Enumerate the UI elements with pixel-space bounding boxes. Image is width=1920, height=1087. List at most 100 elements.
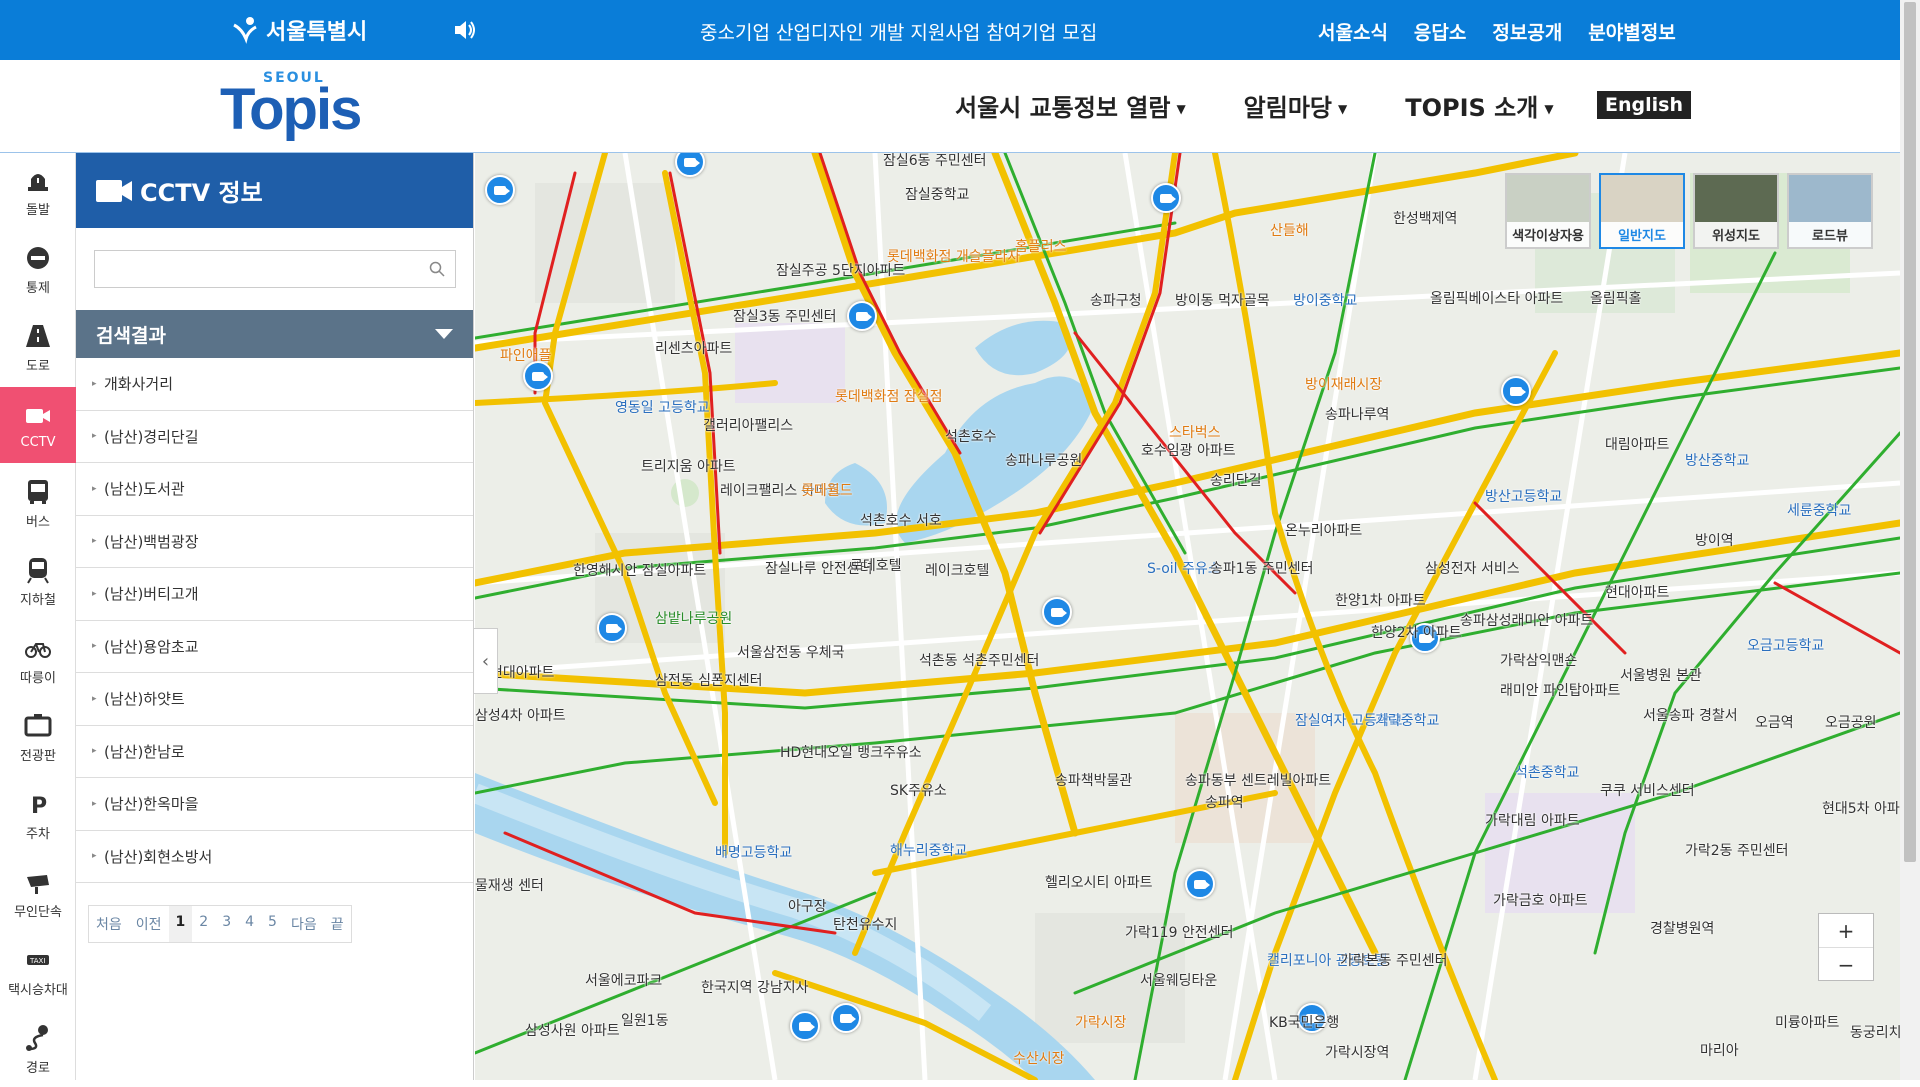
cctv-marker[interactable] <box>831 1003 861 1033</box>
seoul-city-logo[interactable]: 서울특별시 <box>230 12 367 48</box>
category-speed-camera[interactable]: 무인단속 <box>0 855 76 931</box>
english-button[interactable]: English <box>1597 91 1691 119</box>
category-bus[interactable]: 버스 <box>0 465 76 541</box>
link-seoul-news[interactable]: 서울소식 <box>1318 18 1388 45</box>
map-label: HD현대오일 뱅크주유소 <box>780 745 922 761</box>
map-type-satellite[interactable]: 위성지도 <box>1693 173 1779 249</box>
pager-page-3[interactable]: 3 <box>215 906 238 942</box>
zoom-in-button[interactable]: + <box>1819 914 1873 948</box>
notice-text[interactable]: 중소기업 산업디자인 개발 지원사업 참여기업 모집 <box>700 18 1097 45</box>
list-item[interactable]: (남산)도서관 <box>76 463 473 516</box>
nav-traffic-info[interactable]: 서울시 교통정보 열람 ▼ <box>955 88 1186 123</box>
cctv-marker[interactable] <box>790 1011 820 1041</box>
map-label: 방산중학교 <box>1685 453 1750 469</box>
link-field-info[interactable]: 분야별정보 <box>1588 18 1675 45</box>
category-label: 택시승차대 <box>8 982 68 998</box>
search-input[interactable] <box>95 251 415 287</box>
category-bicycle[interactable]: 따릉이 <box>0 621 76 697</box>
map-label: 경찰병원역 <box>1650 921 1715 937</box>
map-label: 방이재래시장 <box>1305 377 1383 393</box>
category-incident[interactable]: 돌발 <box>0 153 76 229</box>
cctv-icon <box>96 179 132 202</box>
pager-prev[interactable]: 이전 <box>129 906 169 942</box>
list-item[interactable]: (남산)용암초교 <box>76 621 473 673</box>
map-label: 석촌호수 <box>945 429 997 445</box>
list-item[interactable]: (남산)한남로 <box>76 726 473 778</box>
traffic-map[interactable]: 잠실6동 주민센터 잠실중학교 잠실주공 5단지아파트 잠실3동 주민센터 리센… <box>475 153 1900 1080</box>
category-label: 지하철 <box>20 592 56 608</box>
site-header: SEOUL Topis 서울시 교통정보 열람 ▼ 알림마당 ▼ TOPIS 소개 ▼… <box>0 60 1900 153</box>
category-route[interactable]: 경로 <box>0 1011 76 1087</box>
category-parking[interactable]: P 주차 <box>0 777 76 853</box>
category-label: 경로 <box>26 1060 50 1076</box>
speaker-icon[interactable] <box>452 18 478 42</box>
list-item[interactable]: (남산)경리단길 <box>76 411 473 463</box>
topis-logo[interactable]: SEOUL Topis <box>220 70 370 146</box>
nav-about[interactable]: TOPIS 소개 ▼ <box>1405 88 1553 123</box>
pager-page-1[interactable]: 1 <box>168 906 193 942</box>
link-eungdapso[interactable]: 응답소 <box>1414 18 1466 45</box>
caret-down-icon: ▼ <box>1176 102 1186 116</box>
caret-down-icon: ▼ <box>1544 102 1554 116</box>
pagination: 처음 이전 1 2 3 4 5 다음 끝 <box>88 905 352 943</box>
map-label: 서울에코파크 <box>585 973 663 989</box>
list-item[interactable]: (남산)버티고개 <box>76 568 473 621</box>
map-label: 삼성사원 아파트 <box>525 1023 620 1039</box>
search-icon[interactable] <box>429 261 445 277</box>
pager-page-2[interactable]: 2 <box>192 906 215 942</box>
category-subway[interactable]: 지하철 <box>0 543 76 619</box>
panel-collapse-button[interactable]: ‹ <box>474 628 498 694</box>
map-type-colorblind[interactable]: 색각이상자용 <box>1505 173 1591 249</box>
category-label: 버스 <box>26 514 50 530</box>
search-box <box>94 250 456 288</box>
cctv-marker[interactable] <box>523 361 553 391</box>
pager-first[interactable]: 처음 <box>89 906 129 942</box>
scrollbar-thumb[interactable] <box>1904 2 1916 862</box>
map-label: 송파구청 <box>1090 293 1142 309</box>
map-label: 송파책박물관 <box>1055 773 1133 789</box>
map-label: 갤러리아팰리스 <box>703 418 794 434</box>
pager-next[interactable]: 다음 <box>284 906 324 942</box>
cctv-marker[interactable] <box>1151 183 1181 213</box>
category-billboard[interactable]: 전광판 <box>0 699 76 775</box>
cctv-marker[interactable] <box>597 613 627 643</box>
map-label: 송리단길 <box>1210 473 1262 489</box>
category-control[interactable]: 통제 <box>0 231 76 307</box>
map-label: 오금고등학교 <box>1747 638 1825 654</box>
cctv-marker[interactable] <box>847 301 877 331</box>
results-title: 검색결과 <box>96 324 166 347</box>
map-label: 대림아파트 <box>1605 437 1670 453</box>
map-type-roadview[interactable]: 로드뷰 <box>1787 173 1873 249</box>
map-type-general[interactable]: 일반지도 <box>1599 173 1685 249</box>
map-label: 온누리아파트 <box>1285 523 1363 539</box>
map-label: 물재생 센터 <box>475 878 544 894</box>
list-item[interactable]: (남산)한옥마을 <box>76 778 473 831</box>
category-taxi[interactable]: TAXI 택시승차대 <box>0 933 76 1009</box>
link-info-disclosure[interactable]: 정보공개 <box>1492 18 1562 45</box>
pager-page-5[interactable]: 5 <box>261 906 284 942</box>
cctv-marker[interactable] <box>1042 597 1072 627</box>
cctv-marker[interactable] <box>1501 376 1531 406</box>
pager-page-4[interactable]: 4 <box>238 906 261 942</box>
list-item[interactable]: (남산)하얏트 <box>76 673 473 726</box>
list-item[interactable]: 개화사거리 <box>76 358 473 411</box>
list-item[interactable]: (남산)백범광장 <box>76 516 473 568</box>
map-label: 송파나루공원 <box>1005 453 1083 469</box>
map-label: 방이중학교 <box>1293 293 1358 309</box>
category-road[interactable]: 도로 <box>0 309 76 385</box>
main-nav: 서울시 교통정보 열람 ▼ 알림마당 ▼ TOPIS 소개 ▼ <box>955 88 1554 123</box>
map-label: 송파나루역 <box>1325 407 1390 423</box>
cctv-marker[interactable] <box>1185 869 1215 899</box>
list-item[interactable]: (남산)회현소방서 <box>76 831 473 883</box>
category-cctv[interactable]: CCTV <box>0 387 76 463</box>
results-header[interactable]: 검색결과 <box>76 310 473 358</box>
map-label: 가락본동 주민센터 <box>1340 953 1448 969</box>
pager-last[interactable]: 끝 <box>324 906 351 942</box>
map-label: 방이역 <box>1695 533 1734 549</box>
category-label: 통제 <box>26 280 50 296</box>
page-scrollbar[interactable] <box>1900 0 1920 1080</box>
zoom-out-button[interactable]: − <box>1819 948 1873 982</box>
map-label: 삼전동 심폰지센터 <box>655 673 763 689</box>
cctv-marker[interactable] <box>485 175 515 205</box>
nav-notice[interactable]: 알림마당 ▼ <box>1244 88 1348 123</box>
